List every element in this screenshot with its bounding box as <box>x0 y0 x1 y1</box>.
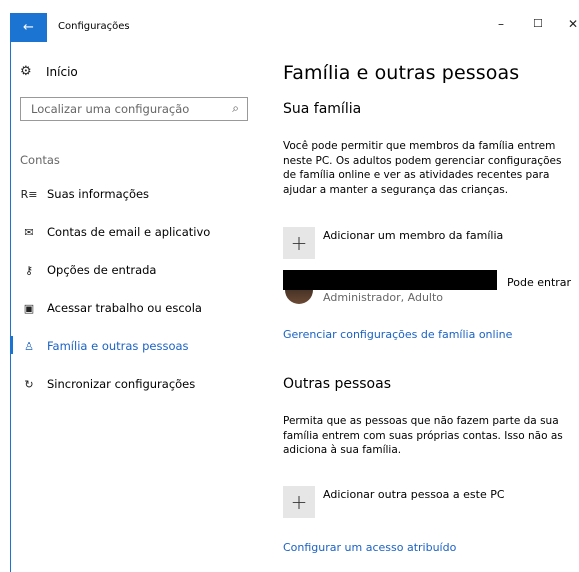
sidebar-home-label: Início <box>46 64 78 79</box>
add-other-person-button[interactable]: + <box>283 486 315 518</box>
close-button[interactable]: ✕ <box>568 17 578 31</box>
add-other-person-label[interactable]: Adicionar outra pessoa a este PC <box>323 488 505 501</box>
sidebar-home[interactable]: ⚙ Início <box>20 64 78 79</box>
other-people-heading: Outras pessoas <box>283 376 391 392</box>
redacted-member-name <box>283 270 497 290</box>
family-heading: Sua família <box>283 101 362 117</box>
member-role: Administrador, Adulto <box>323 291 444 304</box>
add-family-member-label[interactable]: Adicionar um membro da família <box>323 229 503 242</box>
minimize-button[interactable]: – <box>498 17 504 31</box>
back-button[interactable]: ← <box>10 13 47 42</box>
title-bar: ← Configurações – ☐ ✕ <box>0 0 579 42</box>
assigned-access-link[interactable]: Configurar um acesso atribuído <box>283 541 456 554</box>
sidebar-section-label: Contas <box>20 153 60 167</box>
manage-family-online-link[interactable]: Gerenciar configurações de família onlin… <box>283 328 512 341</box>
family-description: Você pode permitir que membros da famíli… <box>283 140 562 196</box>
search-box[interactable]: ⌕ <box>20 97 248 121</box>
sync-icon: ↻ <box>24 377 34 391</box>
gear-icon: ⚙ <box>20 64 32 79</box>
sidebar-item-label: Opções de entrada <box>47 263 157 277</box>
window-left-border <box>10 42 11 572</box>
sidebar-item-sync[interactable]: ↻ Sincronizar configurações <box>20 375 195 393</box>
sidebar-item-work-school[interactable]: ▣ Acessar trabalho ou escola <box>20 299 202 317</box>
add-family-member-button[interactable]: + <box>283 227 315 259</box>
person-icon: ♙ <box>24 339 34 353</box>
search-icon[interactable]: ⌕ <box>232 101 239 116</box>
maximize-button[interactable]: ☐ <box>533 17 543 31</box>
key-icon: ⚷ <box>24 263 34 277</box>
window-title: Configurações <box>58 21 130 32</box>
plus-icon: + <box>290 231 308 255</box>
sidebar-item-family[interactable]: ♙ Família e outras pessoas <box>20 337 189 355</box>
page-title: Família e outras pessoas <box>283 62 520 84</box>
member-status: Pode entrar <box>507 276 572 289</box>
sidebar-item-label: Acessar trabalho ou escola <box>47 301 202 315</box>
sidebar-item-label: Contas de email e aplicativo <box>47 225 211 239</box>
other-people-description: Permita que as pessoas que não fazem par… <box>283 415 563 456</box>
person-list-icon: R≡ <box>20 187 38 201</box>
back-arrow-icon: ← <box>23 20 34 35</box>
active-indicator <box>10 336 13 354</box>
sidebar-item-email-accounts[interactable]: ✉ Contas de email e aplicativo <box>20 223 210 241</box>
sidebar-item-your-info[interactable]: R≡ Suas informações <box>20 185 150 203</box>
briefcase-icon: ▣ <box>23 301 35 315</box>
search-input[interactable] <box>29 101 223 117</box>
sidebar-item-label: Suas informações <box>47 187 150 201</box>
sidebar-item-label: Sincronizar configurações <box>47 377 196 391</box>
mail-icon: ✉ <box>24 225 34 239</box>
sidebar-item-sign-in-options[interactable]: ⚷ Opções de entrada <box>20 261 157 279</box>
plus-icon: + <box>290 490 308 514</box>
sidebar-item-label: Família e outras pessoas <box>47 339 189 353</box>
